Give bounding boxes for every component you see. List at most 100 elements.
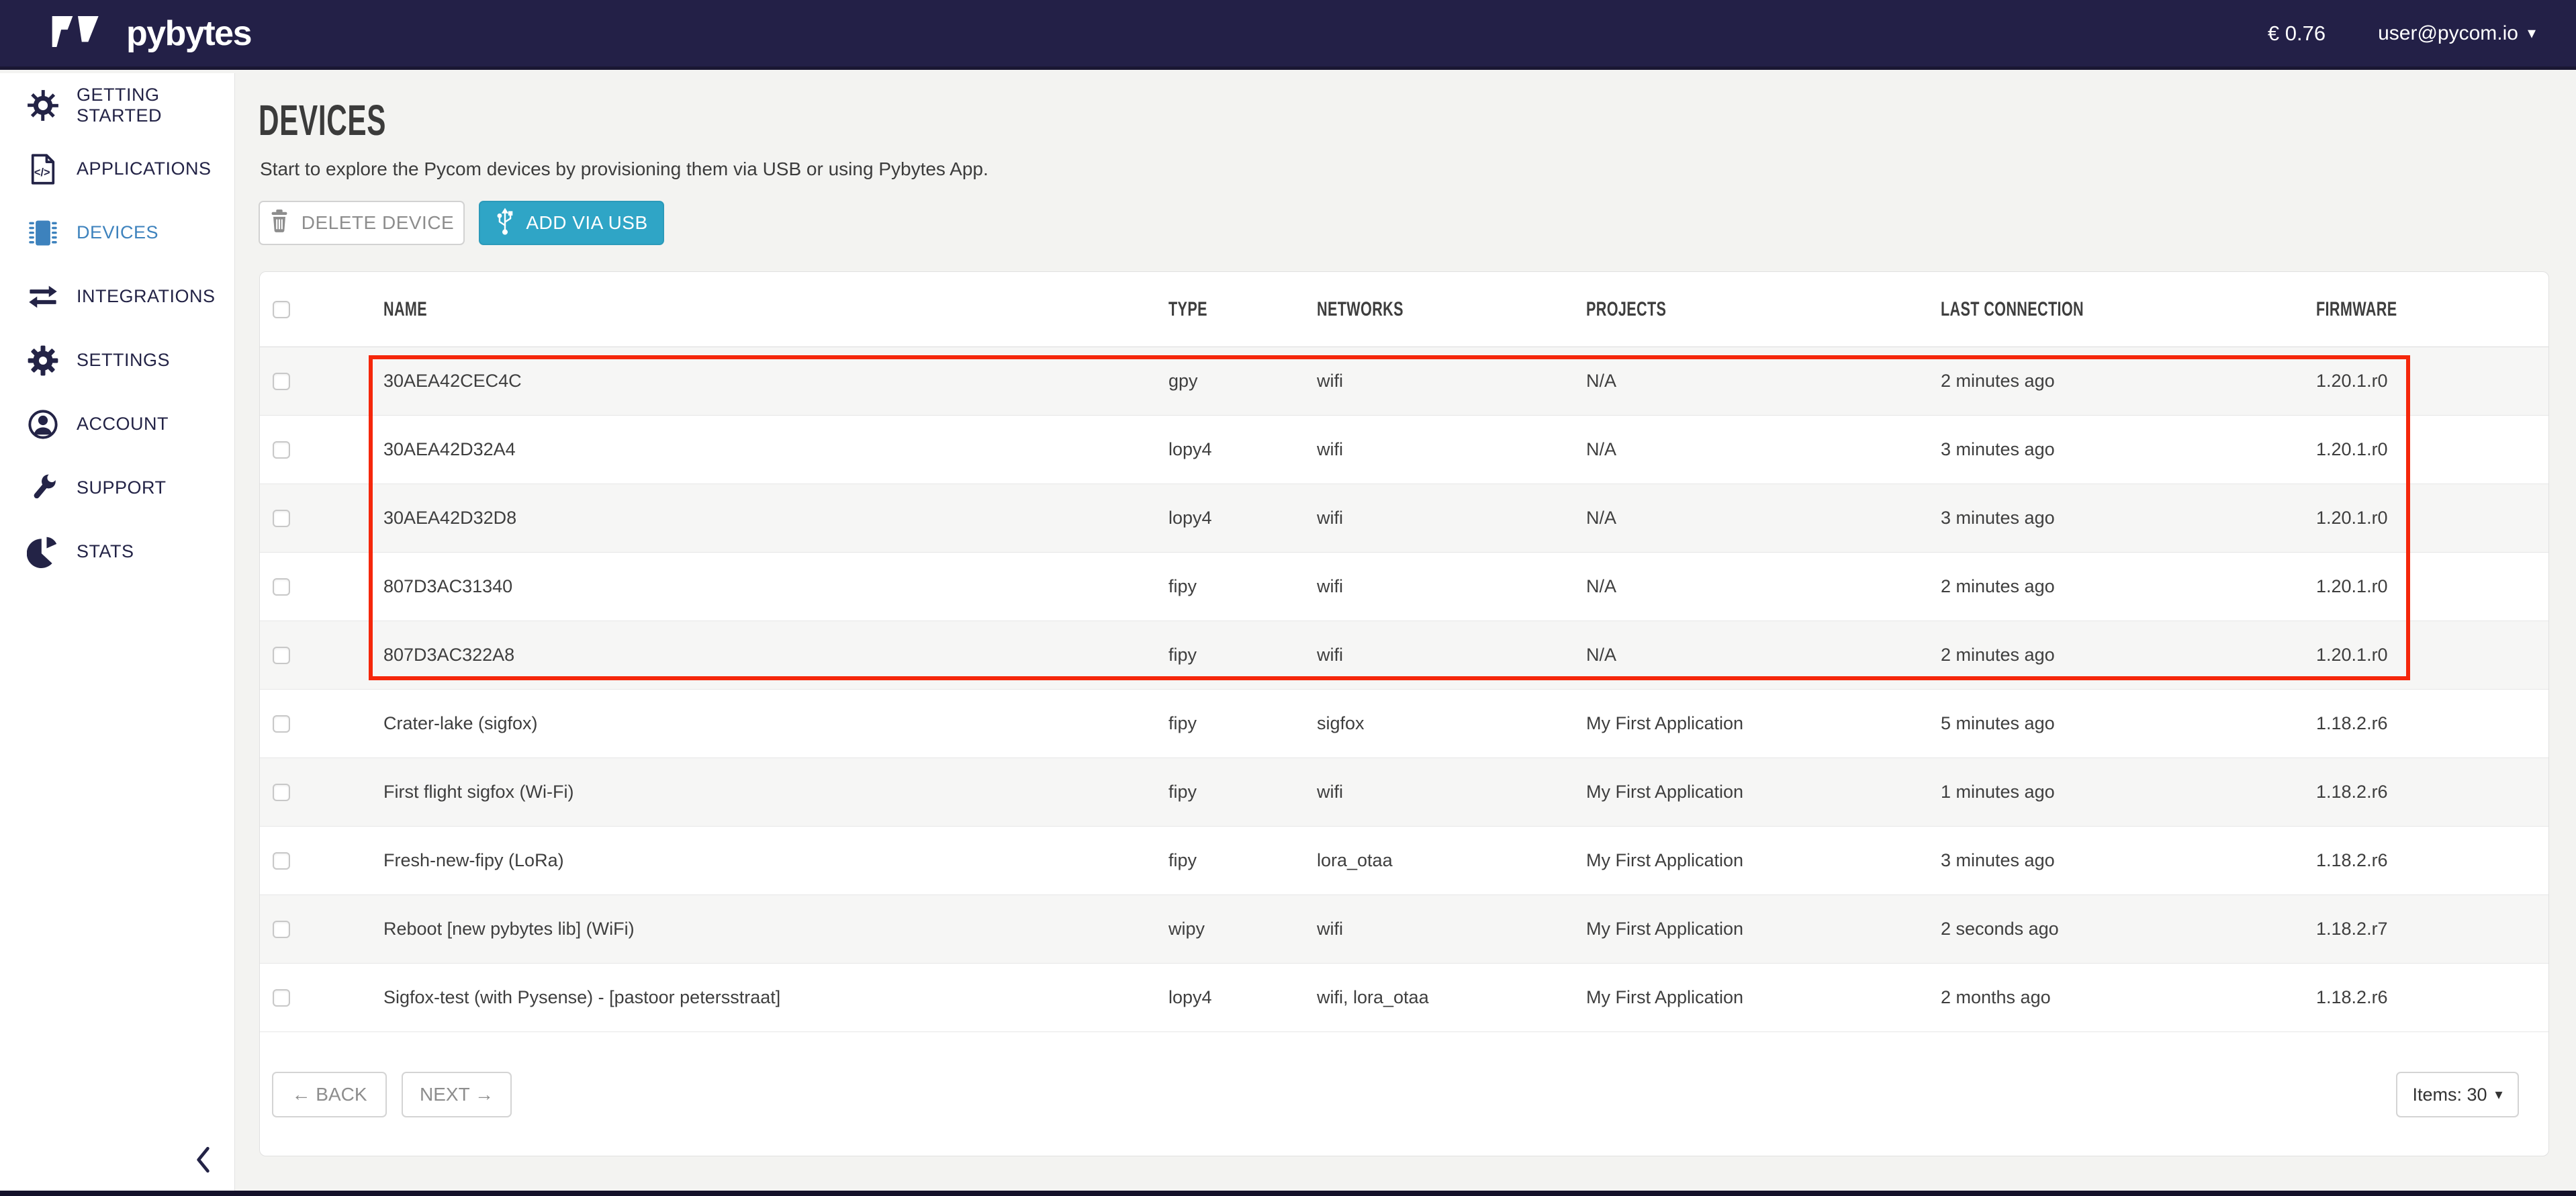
table-row[interactable]: 30AEA42CEC4C gpy wifi N/A 2 minutes ago … [260,347,2548,416]
column-header-name: NAME [383,298,427,321]
svg-text:</>: </> [34,166,50,178]
trash-icon [269,209,289,238]
sidebar: GETTING STARTED </> APPLICATIONS [0,73,235,1191]
device-projects: My First Application [1586,713,1941,734]
sidebar-item-applications[interactable]: </> APPLICATIONS [0,137,234,201]
person-icon [27,408,59,441]
sidebar-item-label: STATS [77,541,134,562]
row-checkbox[interactable] [273,647,290,664]
sidebar-item-label: SUPPORT [77,477,167,498]
devices-table: NAME TYPE NETWORKS PROJECTS LAST CONNECT… [259,271,2549,1156]
row-checkbox[interactable] [273,784,290,801]
sun-icon [27,89,59,122]
device-name: First flight sigfox (Wi-Fi) [383,782,1168,802]
user-email: user@pycom.io [2378,22,2518,45]
device-projects: My First Application [1586,782,1941,802]
sidebar-collapse-button[interactable] [187,1141,219,1181]
usb-icon [495,207,515,240]
device-type: fipy [1168,782,1317,802]
device-firmware: 1.20.1.r0 [2316,371,2548,392]
device-type: lopy4 [1168,508,1317,528]
device-firmware: 1.18.2.r6 [2316,782,2548,802]
chip-icon [27,217,59,249]
device-firmware: 1.20.1.r0 [2316,645,2548,665]
device-projects: N/A [1586,508,1941,528]
device-type: lopy4 [1168,439,1317,460]
page-subtitle: Start to explore the Pycom devices by pr… [260,158,988,180]
table-row[interactable]: Crater-lake (sigfox) fipy sigfox My Firs… [260,690,2548,758]
sidebar-item-label: ACCOUNT [77,414,169,434]
device-last-connection: 3 minutes ago [1941,850,2316,871]
table-row[interactable]: 30AEA42D32D8 lopy4 wifi N/A 3 minutes ag… [260,484,2548,553]
device-name: Reboot [new pybytes lib] (WiFi) [383,919,1168,939]
sidebar-item-account[interactable]: ACCOUNT [0,392,234,456]
row-checkbox[interactable] [273,852,290,870]
row-checkbox[interactable] [273,373,290,390]
table-body: 30AEA42CEC4C gpy wifi N/A 2 minutes ago … [260,347,2548,1032]
sidebar-item-integrations[interactable]: INTEGRATIONS [0,265,234,328]
device-name: Sigfox-test (with Pysense) - [pastoor pe… [383,987,1168,1008]
sidebar-item-devices[interactable]: DEVICES [0,201,234,265]
table-row[interactable]: 807D3AC31340 fipy wifi N/A 2 minutes ago… [260,553,2548,621]
wrench-icon [27,472,59,504]
device-type: fipy [1168,576,1317,597]
pycom-flags-icon [43,16,113,50]
device-last-connection: 3 minutes ago [1941,439,2316,460]
sidebar-item-settings[interactable]: SETTINGS [0,328,234,392]
sidebar-item-label: APPLICATIONS [77,158,212,179]
sidebar-item-label: DEVICES [77,222,158,243]
device-last-connection: 2 minutes ago [1941,645,2316,665]
add-via-usb-button[interactable]: ADD VIA USB [479,201,664,245]
device-firmware: 1.18.2.r6 [2316,850,2548,871]
device-type: fipy [1168,645,1317,665]
device-name: 807D3AC31340 [383,576,1168,597]
pybytes-logo[interactable]: pybytes [43,13,251,54]
account-balance[interactable]: € 0.76 [2268,21,2326,46]
table-row[interactable]: 30AEA42D32A4 lopy4 wifi N/A 3 minutes ag… [260,416,2548,484]
table-row[interactable]: First flight sigfox (Wi-Fi) fipy wifi My… [260,758,2548,827]
back-button[interactable]: ← BACK [272,1072,387,1117]
device-toolbar: DELETE DEVICE ADD VIA USB [259,201,664,245]
row-checkbox[interactable] [273,715,290,733]
row-checkbox[interactable] [273,510,290,527]
row-checkbox[interactable] [273,441,290,459]
row-checkbox[interactable] [273,578,290,596]
add-via-usb-label: ADD VIA USB [526,212,647,234]
table-row[interactable]: Fresh-new-fipy (LoRa) fipy lora_otaa My … [260,827,2548,895]
device-projects: My First Application [1586,919,1941,939]
device-type: fipy [1168,713,1317,734]
device-last-connection: 3 minutes ago [1941,508,2316,528]
next-button[interactable]: NEXT → [402,1072,512,1117]
device-name: Fresh-new-fipy (LoRa) [383,850,1168,871]
device-last-connection: 2 months ago [1941,987,2316,1008]
device-last-connection: 5 minutes ago [1941,713,2316,734]
sidebar-item-label: INTEGRATIONS [77,286,216,307]
column-header-projects: PROJECTS [1586,298,1666,321]
device-networks: wifi [1317,782,1586,802]
sidebar-item-support[interactable]: SUPPORT [0,456,234,520]
device-projects: N/A [1586,371,1941,392]
device-name: 807D3AC322A8 [383,645,1168,665]
device-networks: lora_otaa [1317,850,1586,871]
items-per-page-label: Items: 30 [2412,1085,2487,1105]
row-checkbox[interactable] [273,989,290,1007]
select-all-checkbox[interactable] [273,301,290,318]
device-networks: sigfox [1317,713,1586,734]
device-firmware: 1.20.1.r0 [2316,508,2548,528]
table-row[interactable]: Reboot [new pybytes lib] (WiFi) wipy wif… [260,895,2548,964]
device-type: lopy4 [1168,987,1317,1008]
sidebar-item-getting-started[interactable]: GETTING STARTED [0,73,234,137]
delete-device-button[interactable]: DELETE DEVICE [259,201,465,245]
table-row[interactable]: 807D3AC322A8 fipy wifi N/A 2 minutes ago… [260,621,2548,690]
items-per-page-dropdown[interactable]: Items: 30 ▾ [2396,1072,2519,1117]
table-header-row: NAME TYPE NETWORKS PROJECTS LAST CONNECT… [260,272,2548,347]
row-checkbox[interactable] [273,921,290,938]
table-row[interactable]: Sigfox-test (with Pysense) - [pastoor pe… [260,964,2548,1032]
chevron-down-icon: ▾ [2528,24,2536,43]
user-menu[interactable]: user@pycom.io ▾ [2378,22,2536,45]
chevron-left-icon [194,1146,212,1177]
device-name: 30AEA42D32D8 [383,508,1168,528]
device-last-connection: 2 minutes ago [1941,371,2316,392]
delete-device-label: DELETE DEVICE [302,212,454,234]
sidebar-item-stats[interactable]: STATS [0,520,234,584]
